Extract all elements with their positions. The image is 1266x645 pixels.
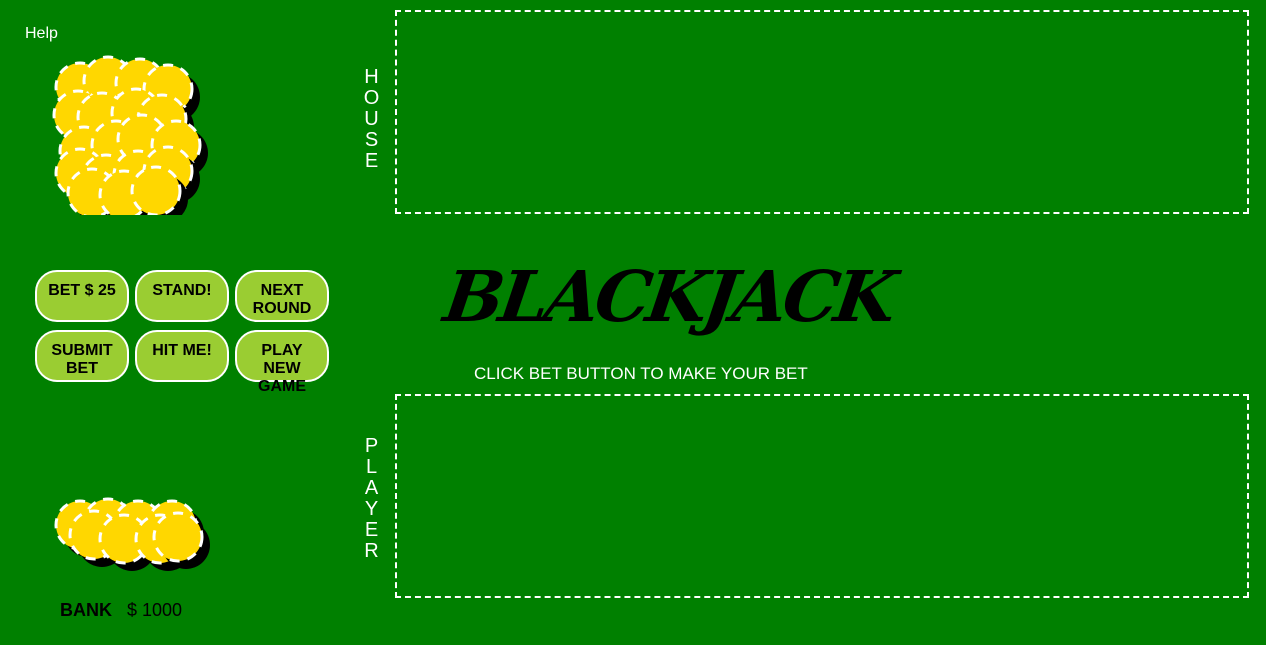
house-chip-pile-icon (50, 55, 220, 215)
player-label: PLAYER (364, 435, 380, 562)
status-message: CLICK BET BUTTON TO MAKE YOUR BET (474, 364, 808, 383)
action-buttons: BET $ 25 STAND! NEXT ROUND SUBMIT BET HI… (35, 270, 331, 395)
house-card-area (395, 10, 1249, 214)
hit-button[interactable]: HIT ME! (135, 330, 229, 382)
bank-display: BANK $ 1000 (60, 600, 182, 621)
blackjack-table: Help BET $ 25 STAND! NEXT ROUND SUBMIT B… (0, 0, 1266, 645)
bank-label: BANK (60, 600, 112, 620)
play-new-game-button[interactable]: PLAY NEW GAME (235, 330, 329, 395)
bank-chip-pile-icon (50, 495, 220, 585)
house-label: HOUSE (363, 66, 381, 172)
bet-button[interactable]: BET $ 25 (35, 270, 129, 322)
next-round-button[interactable]: NEXT ROUND (235, 270, 329, 322)
player-card-area (395, 394, 1249, 598)
stand-button[interactable]: STAND! (135, 270, 229, 322)
help-link[interactable]: Help (25, 25, 58, 43)
bank-value: $ 1000 (127, 600, 183, 620)
submit-bet-button[interactable]: SUBMIT BET (35, 330, 129, 382)
game-title: BLACKJACK (439, 255, 899, 338)
